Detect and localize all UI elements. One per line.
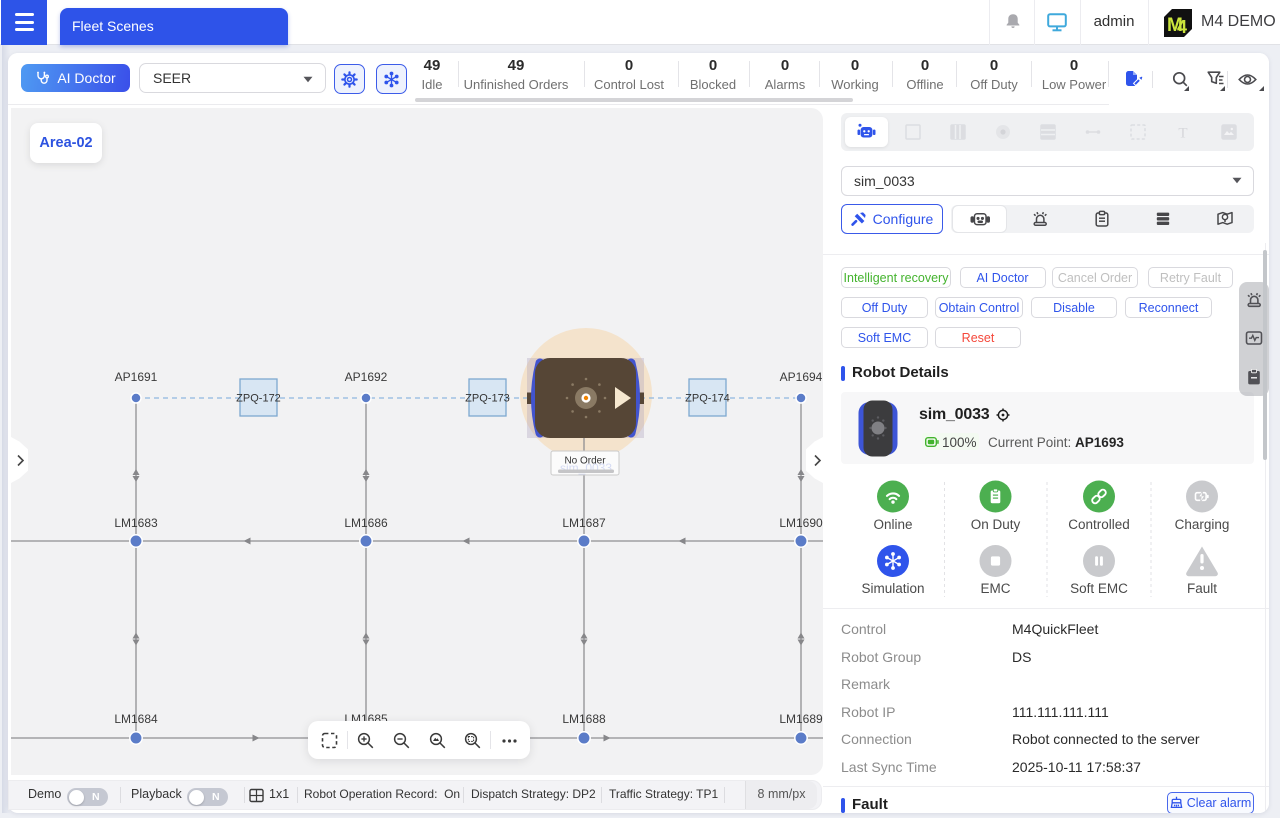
svg-text:No Order: No Order (564, 456, 606, 467)
svg-text:LM1689: LM1689 (779, 712, 823, 726)
svg-text:LM1690: LM1690 (779, 516, 823, 530)
svg-text:AP1691: AP1691 (115, 370, 158, 384)
svg-text:ZPQ-174: ZPQ-174 (685, 393, 730, 405)
svg-text:AP1694: AP1694 (780, 370, 823, 384)
svg-text:ZPQ-172: ZPQ-172 (236, 393, 281, 405)
svg-text:4: 4 (1177, 17, 1187, 37)
svg-text:LM1688: LM1688 (562, 712, 606, 726)
svg-text:T: T (1178, 126, 1187, 142)
svg-text:LM1684: LM1684 (114, 712, 158, 726)
svg-text:LM1686: LM1686 (344, 516, 388, 530)
svg-text:AP1692: AP1692 (345, 370, 388, 384)
svg-text:LM1687: LM1687 (562, 516, 606, 530)
svg-text:ZPQ-173: ZPQ-173 (465, 393, 510, 405)
svg-text:LM1683: LM1683 (114, 516, 158, 530)
